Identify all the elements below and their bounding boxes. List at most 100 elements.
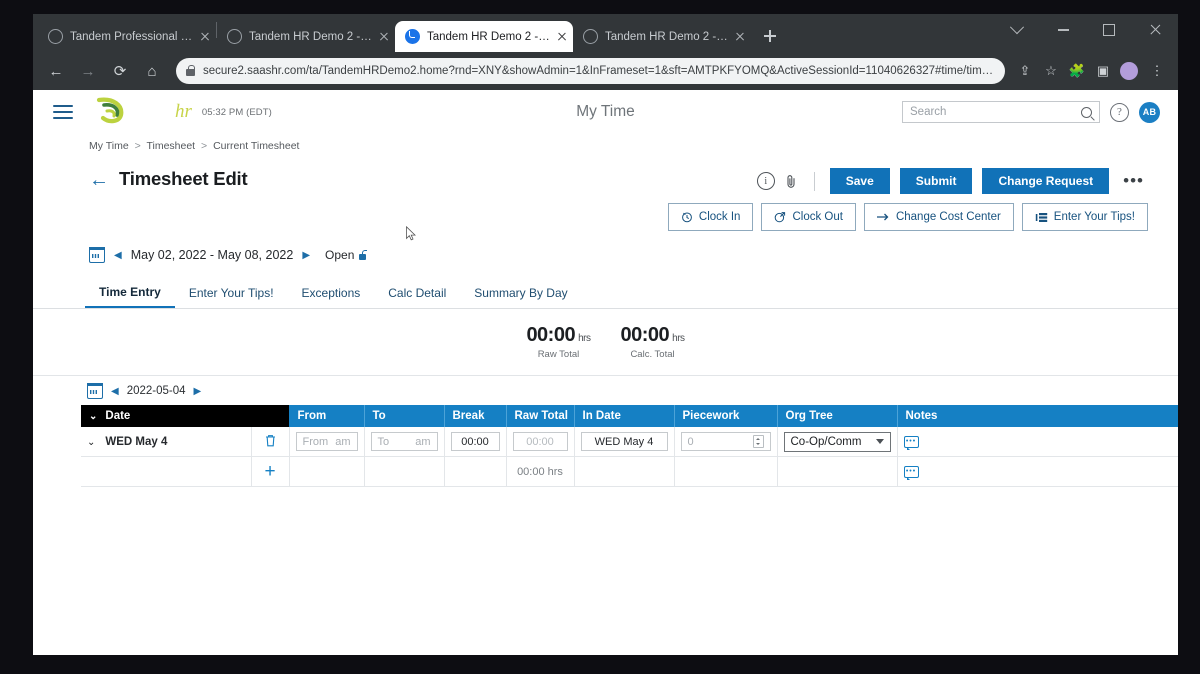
share-icon[interactable]: ⇪ [1013, 59, 1037, 83]
maximize-button[interactable] [1086, 14, 1132, 46]
cell-notes-add[interactable]: ••• [897, 456, 1178, 487]
raw-total-block: 00:00 hrs Raw Total [526, 324, 591, 360]
change-cost-center-button[interactable]: Change Cost Center [863, 203, 1014, 231]
column-header-break[interactable]: Break [444, 405, 507, 427]
bookmark-star-icon[interactable]: ☆ [1039, 59, 1063, 83]
cell-from-empty [289, 456, 365, 487]
cell-notes[interactable]: ••• [897, 427, 1178, 457]
favicon-icon [405, 29, 420, 44]
close-window-button[interactable] [1132, 14, 1178, 46]
hr-wordmark: hr [175, 101, 192, 122]
cell-org-tree[interactable]: Co-Op/Comm [777, 427, 898, 457]
cell-break[interactable]: 00:00 [444, 427, 507, 457]
profile-avatar-icon[interactable] [1120, 62, 1138, 80]
info-icon[interactable]: i [756, 172, 775, 190]
tab-calc-detail[interactable]: Calc Detail [374, 277, 460, 308]
change-request-button[interactable]: Change Request [982, 168, 1110, 194]
column-header-raw-total[interactable]: Raw Total [506, 405, 575, 427]
close-icon[interactable] [554, 29, 569, 44]
column-header-org-tree[interactable]: Org Tree [777, 405, 898, 427]
address-bar[interactable]: secure2.saashr.com/ta/TandemHRDemo2.home… [176, 58, 1005, 84]
close-icon[interactable] [732, 29, 747, 44]
enter-your-tips-button[interactable]: Enter Your Tips! [1021, 203, 1148, 231]
lock-icon [186, 64, 195, 76]
browser-tab-strip: Tandem Professional Employee S Tandem HR… [33, 14, 1178, 52]
column-header-in-date[interactable]: In Date [574, 405, 675, 427]
note-icon[interactable]: ••• [903, 435, 919, 450]
calendar-icon[interactable] [88, 246, 106, 263]
back-arrow-icon[interactable]: ← [89, 170, 109, 190]
column-header-piecework[interactable]: Piecework [674, 405, 778, 427]
column-header-date[interactable]: ⌄ Date [81, 405, 252, 427]
cell-piecework-empty [674, 456, 778, 487]
arrow-right-icon [876, 212, 890, 222]
trash-icon[interactable] [265, 434, 276, 450]
next-period-icon[interactable]: ▶ [302, 250, 310, 261]
browser-tab-4[interactable]: Tandem HR Demo 2 - My Team [573, 21, 751, 52]
cell-to[interactable]: To am [364, 427, 445, 457]
cell-from[interactable]: From am [289, 427, 365, 457]
close-icon[interactable] [376, 29, 391, 44]
cast-icon[interactable]: ▣ [1091, 59, 1115, 83]
cell-piecework[interactable]: 0 [674, 427, 778, 457]
extensions-puzzle-icon[interactable]: 🧩 [1065, 59, 1089, 83]
in-date-input[interactable]: WED May 4 [580, 432, 668, 451]
paperclip-icon[interactable] [785, 173, 799, 189]
cell-in-date[interactable]: WED May 4 [574, 427, 675, 457]
cell-add[interactable]: + [251, 456, 290, 487]
org-tree-select[interactable]: Co-Op/Comm [783, 431, 891, 452]
hamburger-icon[interactable] [53, 102, 73, 123]
app-viewport: hr 05:32 PM (EDT) My Time Search ? AB My… [33, 90, 1178, 655]
submit-button[interactable]: Submit [899, 168, 973, 194]
tab-time-entry[interactable]: Time Entry [85, 277, 175, 308]
minimize-button[interactable] [1040, 14, 1086, 46]
breadcrumb: My Time > Timesheet > Current Timesheet [33, 134, 1178, 152]
search-icon [1081, 106, 1092, 118]
overflow-menu-icon[interactable]: ••• [1119, 172, 1148, 189]
clock-in-button[interactable]: Clock In [667, 203, 754, 231]
close-icon[interactable] [197, 29, 212, 44]
window-controls [994, 14, 1178, 46]
tab-enter-your-tips[interactable]: Enter Your Tips! [175, 277, 288, 308]
new-tab-button[interactable] [757, 23, 783, 49]
help-icon[interactable]: ? [1110, 102, 1129, 122]
next-day-icon[interactable]: ▶ [194, 386, 202, 397]
tab-exceptions[interactable]: Exceptions [288, 277, 375, 308]
clock-out-button[interactable]: Clock Out [761, 203, 856, 231]
browser-tab-1[interactable]: Tandem Professional Employee S [38, 21, 216, 52]
plus-icon[interactable]: + [264, 461, 275, 482]
avatar[interactable]: AB [1139, 101, 1160, 123]
forward-icon[interactable]: → [74, 57, 102, 85]
column-header-to[interactable]: To [364, 405, 445, 427]
column-header-from[interactable]: From [289, 405, 365, 427]
browser-tab-3-active[interactable]: Tandem HR Demo 2 - My Time [395, 21, 573, 52]
to-input[interactable]: To am [370, 432, 438, 451]
browser-tab-2[interactable]: Tandem HR Demo 2 - My Team [217, 21, 395, 52]
home-icon[interactable]: ⌂ [138, 57, 166, 85]
quantity-stepper[interactable] [752, 435, 764, 448]
chrome-menu-icon[interactable]: ⋮ [1145, 59, 1169, 83]
piecework-input[interactable]: 0 [680, 432, 771, 451]
breadcrumb-item-timesheet[interactable]: Timesheet [146, 140, 195, 152]
cell-delete[interactable] [251, 427, 290, 457]
from-input[interactable]: From am [295, 432, 358, 451]
reload-icon[interactable]: ⟳ [106, 57, 134, 85]
column-header-notes[interactable]: Notes [897, 405, 1178, 427]
chevron-down-icon[interactable]: ⌄ [87, 437, 95, 448]
previous-day-icon[interactable]: ◀ [111, 386, 119, 397]
row-subtotal: 00:00 hrs [517, 465, 563, 478]
tab-summary-by-day[interactable]: Summary By Day [460, 277, 581, 308]
previous-period-icon[interactable]: ◀ [114, 250, 122, 261]
save-button[interactable]: Save [829, 168, 890, 194]
chevron-down-icon[interactable]: ⌄ [89, 411, 97, 422]
breadcrumb-item-my-time[interactable]: My Time [89, 140, 129, 152]
search-input[interactable]: Search [902, 101, 1100, 123]
calendar-icon[interactable] [86, 382, 104, 399]
cell-date[interactable]: ⌄ WED May 4 [81, 427, 252, 457]
back-icon[interactable]: ← [42, 57, 70, 85]
break-input[interactable]: 00:00 [450, 432, 500, 451]
breadcrumb-item-current-timesheet[interactable]: Current Timesheet [213, 140, 299, 152]
note-icon[interactable]: ••• [903, 465, 919, 480]
browser-window: Tandem Professional Employee S Tandem HR… [33, 14, 1178, 655]
tab-search-chevron-down-icon[interactable] [994, 14, 1040, 46]
